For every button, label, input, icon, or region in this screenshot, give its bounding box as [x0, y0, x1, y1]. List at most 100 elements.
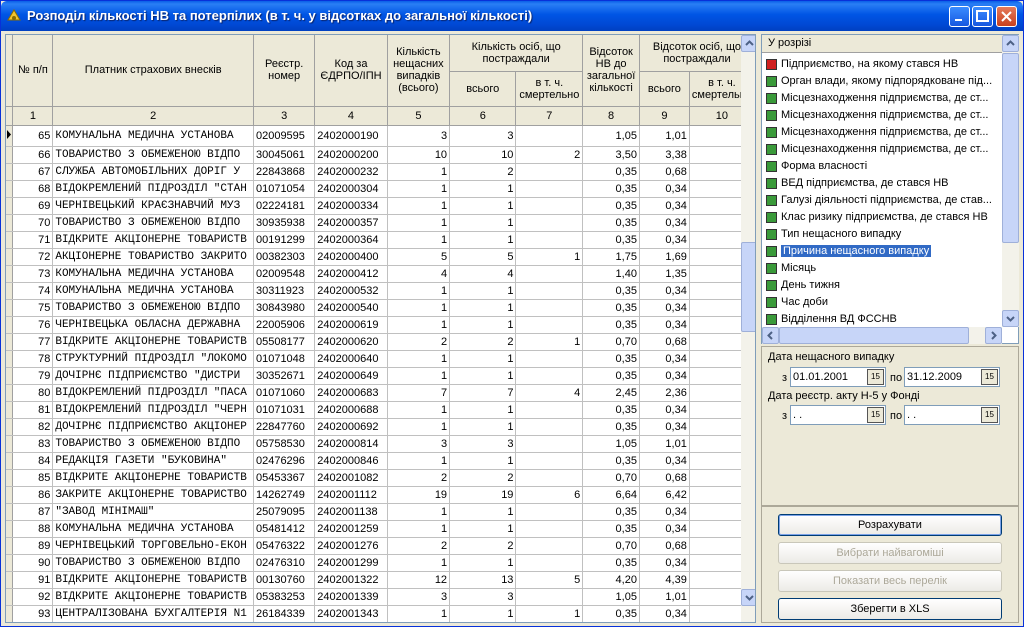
row-number[interactable]: 80 [12, 384, 54, 402]
victims-fatal[interactable] [515, 503, 584, 521]
payer-name[interactable]: ЧЕРНІВЕЦЬКИЙ КРАЄЗНАВЧИЙ МУЗ [52, 197, 254, 215]
percent-accidents[interactable]: 0,35 [582, 520, 640, 538]
table-row[interactable]: 72 АКЦІОНЕРНЕ ТОВАРИСТВО ЗАКРИТО 00382303 2… [6, 248, 755, 266]
payer-name[interactable]: ВІДОКРЕМЛЕНИЙ ПІДРОЗДІЛ "СТАН [52, 180, 254, 198]
percent-victims[interactable]: 0,68 [639, 469, 690, 487]
edrpou-code[interactable]: 2402001259 [314, 520, 388, 538]
row-number[interactable]: 68 [12, 180, 54, 198]
percent-victims[interactable]: 0,34 [639, 367, 690, 385]
edrpou-code[interactable]: 2402001343 [314, 605, 388, 622]
edrpou-code[interactable]: 2402000412 [314, 265, 388, 283]
percent-accidents[interactable]: 1,40 [582, 265, 640, 283]
percent-victims[interactable]: 2,36 [639, 384, 690, 402]
percent-accidents[interactable]: 0,70 [582, 537, 640, 555]
list-scroll-up-button[interactable] [1002, 35, 1019, 52]
victims-fatal[interactable] [515, 418, 584, 436]
victims-total[interactable]: 1 [449, 231, 517, 249]
victims-fatal[interactable] [515, 180, 584, 198]
accidents-count[interactable]: 1 [387, 316, 451, 334]
table-row[interactable]: 75 ТОВАРИСТВО З ОБМЕЖЕНОЮ ВІДПО 30843980 24… [6, 299, 755, 317]
breakdown-item[interactable]: Місцезнаходження підприємства, де ст... [766, 107, 1002, 124]
victims-total[interactable]: 1 [449, 197, 517, 215]
victims-fatal[interactable] [515, 350, 584, 368]
row-number[interactable]: 65 [12, 125, 54, 147]
table-row[interactable]: 87 "ЗАВОД МІНІМАШ" 25079095 2402001138 1 1 0,3… [6, 503, 755, 521]
percent-victims[interactable]: 4,39 [639, 571, 690, 589]
victims-total[interactable]: 1 [449, 503, 517, 521]
payer-name[interactable]: ДОЧІРНЄ ПІДПРИЄМСТВО АКЦІОНЕР [52, 418, 254, 436]
edrpou-code[interactable]: 2402000364 [314, 231, 388, 249]
percent-accidents[interactable]: 0,35 [582, 401, 640, 419]
table-row[interactable]: 76 ЧЕРНІВЕЦЬКА ОБЛАСНА ДЕРЖАВНА 22005906 24… [6, 316, 755, 334]
victims-total[interactable]: 1 [449, 299, 517, 317]
table-row[interactable]: 93 ЦЕНТРАЛІЗОВАНА БУХГАЛТЕРІЯ N1 26184339 2… [6, 605, 755, 622]
percent-victims[interactable]: 1,01 [639, 435, 690, 453]
reg-number[interactable]: 25079095 [253, 503, 316, 521]
table-row[interactable]: 85 ВІДКРИТЕ АКЦІОНЕРНЕ ТОВАРИСТВ 05453367 2… [6, 469, 755, 487]
close-button[interactable] [996, 6, 1017, 27]
edrpou-code[interactable]: 2402000304 [314, 180, 388, 198]
grid-vertical-thumb[interactable] [741, 242, 755, 332]
breakdown-vertical-thumb[interactable] [1002, 53, 1019, 243]
payer-name[interactable]: ВІДКРИТЕ АКЦІОНЕРНЕ ТОВАРИСТВ [52, 571, 254, 589]
row-number[interactable]: 88 [12, 520, 54, 538]
row-number[interactable]: 87 [12, 503, 54, 521]
percent-accidents[interactable]: 0,70 [582, 333, 640, 351]
col-header-edrpou[interactable]: Код за ЄДРПО/ІПН [314, 35, 388, 107]
breakdown-list[interactable]: У розрізі Підприємство, на якому стався … [761, 34, 1019, 344]
victims-total[interactable]: 1 [449, 180, 517, 198]
payer-name[interactable]: КОМУНАЛЬНА МЕДИЧНА УСТАНОВА [52, 520, 254, 538]
accidents-count[interactable]: 1 [387, 163, 451, 181]
payer-name[interactable]: ЦЕНТРАЛІЗОВАНА БУХГАЛТЕРІЯ N1 [52, 605, 254, 622]
percent-accidents[interactable]: 1,05 [582, 125, 640, 147]
row-number[interactable]: 76 [12, 316, 54, 334]
accidents-count[interactable]: 19 [387, 486, 451, 504]
breakdown-item[interactable]: Підприємство, на якому стався НВ [766, 56, 1002, 73]
victims-fatal[interactable] [515, 401, 584, 419]
row-number[interactable]: 82 [12, 418, 54, 436]
edrpou-code[interactable]: 2402000692 [314, 418, 388, 436]
payer-name[interactable]: ЧЕРНІВЕЦЬКА ОБЛАСНА ДЕРЖАВНА [52, 316, 254, 334]
victims-total[interactable]: 2 [449, 469, 517, 487]
edrpou-code[interactable]: 2402000232 [314, 163, 388, 181]
edrpou-code[interactable]: 2402001339 [314, 588, 388, 606]
victims-fatal[interactable] [515, 469, 584, 487]
reg-number[interactable]: 05758530 [253, 435, 316, 453]
percent-accidents[interactable]: 0,35 [582, 180, 640, 198]
scroll-down-button[interactable] [741, 589, 755, 606]
edrpou-code[interactable]: 2402000814 [314, 435, 388, 453]
percent-accidents[interactable]: 0,35 [582, 316, 640, 334]
victims-fatal[interactable] [515, 197, 584, 215]
percent-victims[interactable]: 0,34 [639, 214, 690, 232]
reg-number[interactable]: 01071054 [253, 180, 316, 198]
reg-number[interactable]: 30843980 [253, 299, 316, 317]
accidents-count[interactable]: 1 [387, 231, 451, 249]
victims-total[interactable]: 1 [449, 367, 517, 385]
table-row[interactable]: 70 ТОВАРИСТВО З ОБМЕЖЕНОЮ ВІДПО 30935938 24… [6, 214, 755, 232]
data-grid[interactable]: № п/п Платник страхових внесків Реєстр. … [5, 34, 756, 623]
table-row[interactable]: 74 КОМУНАЛЬНА МЕДИЧНА УСТАНОВА 30311923 240… [6, 282, 755, 300]
victims-total[interactable]: 1 [449, 401, 517, 419]
reg-number[interactable]: 00130760 [253, 571, 316, 589]
table-row[interactable]: 81 ВІДОКРЕМЛЕНИЙ ПІДРОЗДІЛ "ЧЕРН 01071031 2… [6, 401, 755, 419]
row-number[interactable]: 89 [12, 537, 54, 555]
accidents-count[interactable]: 1 [387, 197, 451, 215]
payer-name[interactable]: АКЦІОНЕРНЕ ТОВАРИСТВО ЗАКРИТО [52, 248, 254, 266]
edrpou-code[interactable]: 2402000619 [314, 316, 388, 334]
percent-accidents[interactable]: 0,35 [582, 367, 640, 385]
reg-number[interactable]: 05476322 [253, 537, 316, 555]
breakdown-item[interactable]: Місяць [766, 260, 1002, 277]
percent-accidents[interactable]: 0,35 [582, 503, 640, 521]
save-xls-button[interactable]: Зберегти в XLS [778, 598, 1002, 620]
row-number[interactable]: 83 [12, 435, 54, 453]
edrpou-code[interactable]: 2402000400 [314, 248, 388, 266]
table-row[interactable]: 88 КОМУНАЛЬНА МЕДИЧНА УСТАНОВА 05481412 240… [6, 520, 755, 538]
victims-fatal[interactable] [515, 520, 584, 538]
calendar-icon[interactable]: 15 [867, 407, 884, 423]
accidents-count[interactable]: 3 [387, 125, 451, 147]
row-number[interactable]: 72 [12, 248, 54, 266]
edrpou-code[interactable]: 2402001322 [314, 571, 388, 589]
payer-name[interactable]: СЛУЖБА АВТОМОБІЛЬНИХ ДОРІГ У [52, 163, 254, 181]
victims-fatal[interactable] [515, 299, 584, 317]
percent-accidents[interactable]: 1,05 [582, 588, 640, 606]
